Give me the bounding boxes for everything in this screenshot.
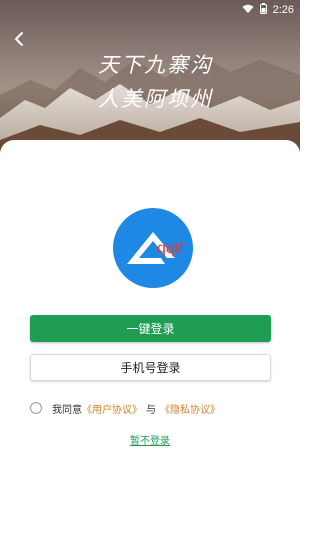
calligraphy-slogan: 天下九寨沟 人美阿坝州 [98,48,213,116]
logo-text: qqtf [157,240,184,257]
status-time: 2:26 [272,4,294,16]
login-sheet: qqtf 一键登录 手机号登录 我同意 《用户协议》 与 《隐私协议》 暂不登录 [0,140,300,533]
back-button[interactable] [8,28,30,50]
phone-login-button[interactable]: 手机号登录 [30,354,271,381]
agree-prefix: 我同意 [52,404,82,416]
agreement-row: 我同意 《用户协议》 与 《隐私协议》 [30,400,220,416]
skip-login-link[interactable]: 暂不登录 [0,432,300,447]
status-bar: 2:26 [0,0,300,20]
privacy-agreement-link[interactable]: 《隐私协议》 [160,401,220,416]
slogan-line-2: 人美阿坝州 [98,87,213,111]
agree-radio[interactable] [30,402,42,414]
wifi-icon [242,4,254,17]
chevron-left-icon [15,32,23,46]
agree-and: 与 [146,404,156,416]
quick-login-button[interactable]: 一键登录 [30,315,271,342]
slogan-line-1: 天下九寨沟 [98,53,213,77]
user-agreement-link[interactable]: 《用户协议》 [82,401,142,416]
battery-icon [259,3,267,17]
